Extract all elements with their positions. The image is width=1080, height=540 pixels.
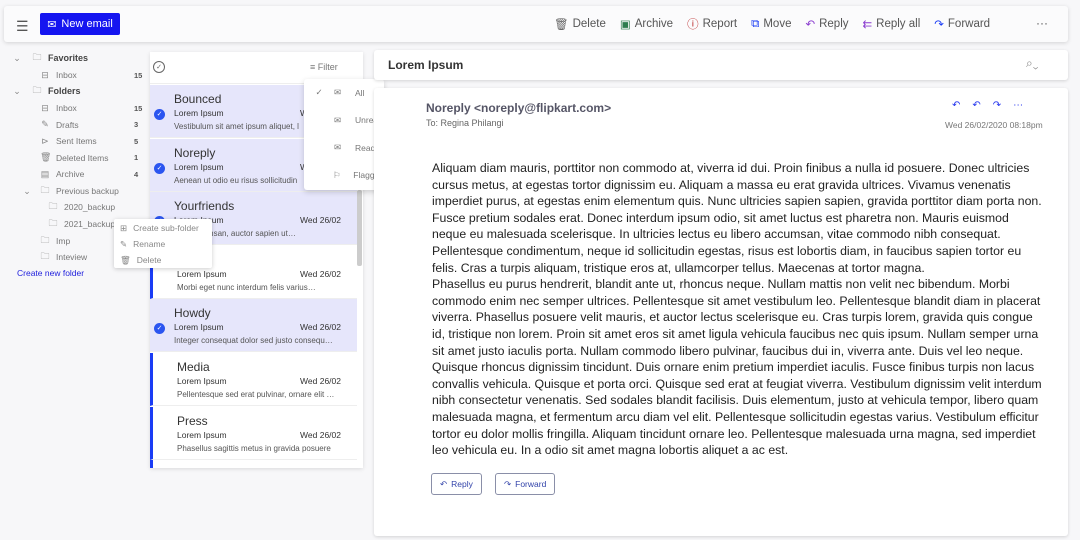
paragraph: Phasellus eu purus hendrerit, blandit an…: [432, 277, 1041, 358]
report-icon: ⓘ: [687, 19, 699, 31]
hamburger-menu-icon[interactable]: ☰: [16, 18, 29, 35]
delete-button[interactable]: 🗑 Delete: [554, 17, 606, 31]
more-icon[interactable]: ⋯: [1013, 100, 1035, 111]
folder-item[interactable]: ✎ Drafts 3: [40, 117, 148, 133]
pencil-icon: ✎: [41, 119, 49, 130]
archive-button[interactable]: ▣ Archive: [620, 17, 673, 31]
folder-item[interactable]: ⌄ 🗀 Favorites: [13, 50, 148, 66]
folder-item[interactable]: 🗑 Deleted Items 1: [40, 150, 148, 166]
pencil-icon: ✎: [120, 238, 128, 249]
checked-icon[interactable]: ✓: [154, 323, 165, 335]
mail-item-partial[interactable]: [150, 460, 357, 468]
message-actions: ↶↶↷⋯: [952, 100, 1035, 111]
chevron-down-icon[interactable]: ⌄: [22, 186, 32, 197]
forward-button[interactable]: ↷ Forward: [495, 473, 556, 495]
folder-icon: 🗀: [32, 52, 42, 62]
read-mail-icon: ✉: [334, 142, 342, 152]
archive-icon: ▣: [619, 19, 631, 31]
message-date: Wed 26/02/2020 08:18pm: [945, 120, 1043, 130]
reply-button[interactable]: ↶ Reply: [431, 473, 482, 495]
paragraph: Quisque rhoncus dignissim tincidunt. Dui…: [432, 360, 1042, 458]
folder-item[interactable]: ⊟ Inbox 15: [40, 67, 148, 83]
folder-item[interactable]: ⊳ Sent Items 5: [40, 133, 148, 149]
trash-icon: 🗑: [40, 152, 52, 163]
folder-item[interactable]: ⌄ 🗀 Folders: [13, 83, 148, 99]
flag-icon: ⚐: [332, 169, 341, 180]
toolbar: ☰ ✉ New email 🗑 Delete ▣ Archive ⓘ Report ⧉ Move…: [4, 6, 1068, 42]
folder-icon: 🗀: [48, 201, 58, 211]
mail-item[interactable]: ✓ Howdy Lorem Ipsum Wed 26/02 Integer conseq…: [150, 299, 357, 353]
reply-all-icon[interactable]: ↶: [972, 100, 992, 111]
folder-context-menu: ⊞ Create sub-folder ✎ Rename 🗑 Delete: [114, 219, 212, 268]
trash-icon: 🗑: [120, 254, 131, 265]
forward-icon[interactable]: ↷: [993, 100, 1013, 111]
sender: Noreply <noreply@flipkart.com>: [426, 101, 612, 115]
zoom-icon[interactable]: ⌕⌄: [1026, 56, 1038, 71]
forward-button[interactable]: ↷ Forward: [934, 17, 990, 31]
folder-item[interactable]: ⊟ Inbox 15: [40, 100, 148, 116]
context-menu-item[interactable]: 🗑 Delete: [120, 252, 161, 268]
move-button[interactable]: ⧉ Move: [751, 18, 791, 31]
checked-icon[interactable]: ✓: [154, 109, 165, 120]
check-icon: ✓: [315, 87, 323, 97]
report-button[interactable]: ⓘ Report: [687, 16, 737, 32]
folder-icon: 🗀: [40, 251, 50, 261]
filter-option[interactable]: ⚐ Flagged: [304, 162, 384, 189]
checked-icon[interactable]: ✓: [154, 162, 165, 174]
filter-button[interactable]: ≡ Filter: [310, 62, 338, 72]
message-pane: Noreply <noreply@flipkart.com> To: Regin…: [374, 88, 1068, 536]
trash-icon: 🗑: [554, 19, 569, 31]
chevron-down-icon[interactable]: ⌄: [12, 53, 22, 64]
folder-plus-icon: ⊞: [120, 222, 128, 233]
filter-option[interactable]: ✓ ✉ All: [304, 79, 384, 106]
reading-header: Lorem Ipsum ⌕⌄: [374, 50, 1068, 80]
filter-option[interactable]: ✉ Read: [304, 134, 384, 161]
paragraph: Aliquam diam mauris, porttitor non commo…: [432, 161, 1042, 275]
unread-mail-icon: ✉: [334, 114, 342, 125]
mail-icon: ✉: [47, 18, 57, 31]
scrollbar[interactable]: [357, 190, 362, 266]
chevron-down-icon[interactable]: ⌄: [12, 86, 22, 97]
reply-button[interactable]: ↶ Reply: [805, 17, 848, 31]
inbox-icon: ⊟: [41, 69, 49, 80]
forward-icon: ↷: [934, 19, 944, 31]
reply-icon: ↶: [805, 19, 816, 31]
archive-icon: ▤: [40, 168, 50, 179]
select-all-checkbox[interactable]: ✓: [153, 61, 165, 73]
mail-icon: ✉: [334, 87, 342, 97]
folder-icon: 🗀: [48, 218, 58, 228]
move-icon: ⧉: [751, 17, 760, 30]
folder-item[interactable]: ⌄ 🗀 Previous backup: [23, 183, 148, 199]
reading-title: Lorem Ipsum: [388, 58, 464, 72]
recipient: To: Regina Philangi: [426, 118, 504, 128]
message-body: Aliquam diam mauris, porttitor non commo…: [432, 160, 1044, 459]
reply-icon[interactable]: ↶: [952, 100, 972, 111]
reply-icon: ↶: [440, 478, 448, 489]
folder-icon: 🗀: [40, 185, 50, 195]
folder-icon: 🗀: [32, 85, 42, 95]
inbox-icon: ⊟: [41, 102, 49, 113]
mail-item[interactable]: Press Lorem Ipsum Wed 26/02 Phasellus sagit…: [150, 406, 357, 460]
filter-option[interactable]: ✉ Unread: [304, 107, 384, 134]
mail-item[interactable]: Media Lorem Ipsum Wed 26/02 Pellentesque se…: [150, 353, 357, 406]
reply-all-icon: ⇇: [862, 19, 873, 31]
more-icon[interactable]: ···: [1036, 16, 1048, 30]
new-email-button[interactable]: ✉ New email: [40, 13, 120, 35]
context-menu-item[interactable]: ✎ Rename: [120, 236, 165, 252]
folder-item[interactable]: ▤ Archive 4: [40, 166, 148, 182]
filter-dropdown: ✓ ✉ All ✉ Unread ✉ Read ⚐ Flagged: [304, 79, 384, 190]
folder-icon: 🗀: [40, 235, 50, 245]
folder-item[interactable]: 🗀 2020_backup: [48, 199, 148, 215]
create-new-folder-link[interactable]: Create new folder: [17, 268, 84, 278]
forward-icon: ↷: [504, 478, 512, 489]
send-icon: ⊳: [41, 135, 49, 146]
reply-all-button[interactable]: ⇇ Reply all: [863, 17, 921, 31]
context-menu-item[interactable]: ⊞ Create sub-folder: [120, 220, 199, 236]
